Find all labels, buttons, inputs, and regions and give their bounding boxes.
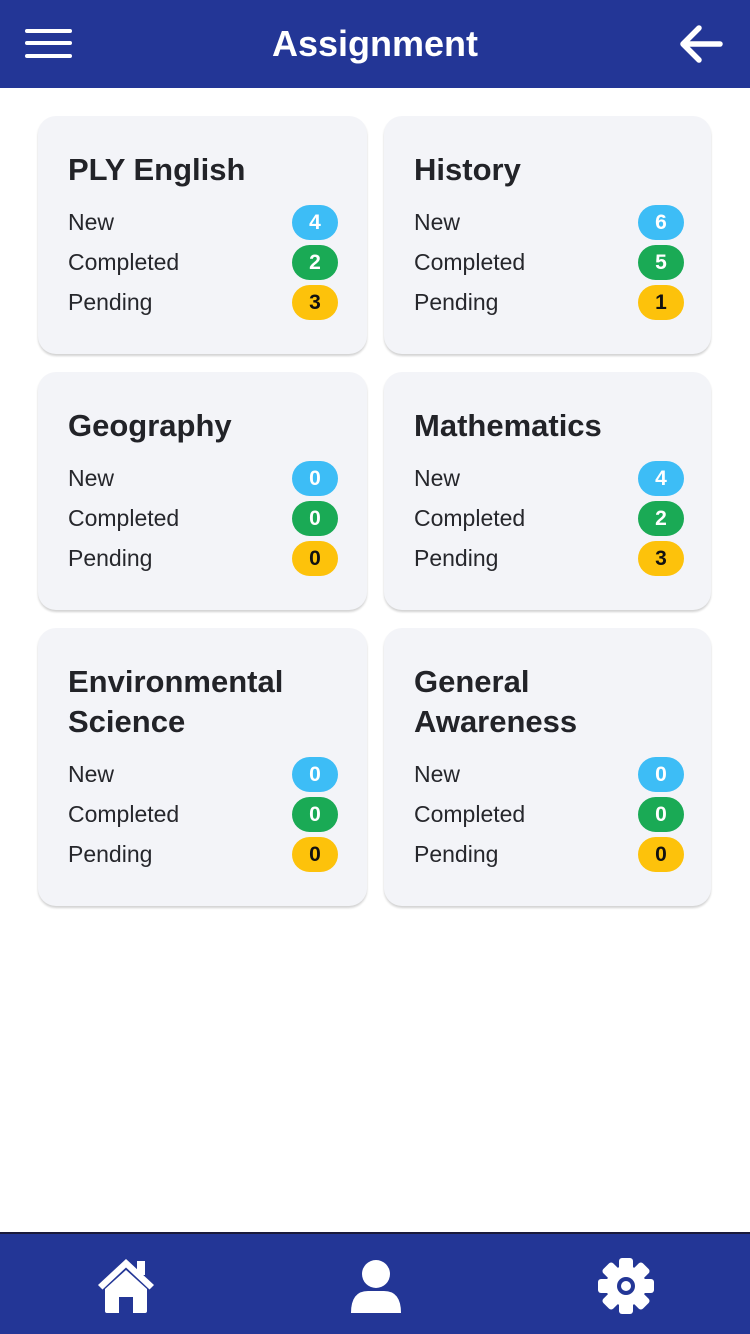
stat-label-pending: Pending xyxy=(68,289,153,315)
new-count-badge: 4 xyxy=(638,461,684,496)
stat-row-new: New 4 xyxy=(68,202,338,242)
subject-title: General Awareness xyxy=(414,664,578,739)
pending-count-badge: 3 xyxy=(292,285,338,320)
page-title: Assignment xyxy=(271,23,479,64)
stat-row-new: New 0 xyxy=(68,458,338,498)
stat-label-pending: Pending xyxy=(414,841,499,867)
subject-card[interactable]: PLY English New 4 Completed 2 Pending 3 xyxy=(38,116,367,354)
home-icon[interactable] xyxy=(96,1256,156,1316)
stat-row-new: New 0 xyxy=(414,754,684,794)
pending-count-badge: 0 xyxy=(292,837,338,872)
pending-count-badge: 0 xyxy=(638,837,684,872)
subject-card[interactable]: History New 6 Completed 5 Pending 1 xyxy=(384,116,711,354)
stat-row-completed: Completed 2 xyxy=(414,498,684,538)
new-count-badge: 4 xyxy=(292,205,338,240)
new-count-badge: 0 xyxy=(638,757,684,792)
new-count-badge: 0 xyxy=(292,757,338,792)
subject-title: PLY English xyxy=(68,152,246,187)
stat-row-pending: Pending 1 xyxy=(414,282,684,322)
stat-row-pending: Pending 3 xyxy=(414,538,684,578)
subject-title: Geography xyxy=(68,408,232,443)
stat-label-new: New xyxy=(68,209,115,235)
top-app-bar: Assignment xyxy=(0,0,750,88)
settings-gear-icon[interactable] xyxy=(596,1256,656,1316)
stat-label-completed: Completed xyxy=(68,505,180,531)
stat-label-completed: Completed xyxy=(414,249,526,275)
stat-label-new: New xyxy=(414,761,461,787)
stat-label-new: New xyxy=(68,761,115,787)
stat-row-completed: Completed 0 xyxy=(68,794,338,834)
stat-label-completed: Completed xyxy=(68,249,180,275)
subject-title: History xyxy=(414,152,521,187)
stat-row-pending: Pending 3 xyxy=(68,282,338,322)
stat-row-pending: Pending 0 xyxy=(68,538,338,578)
stat-label-new: New xyxy=(68,465,115,491)
stat-row-pending: Pending 0 xyxy=(68,834,338,874)
bottom-navigation-bar xyxy=(0,1232,750,1334)
stat-label-completed: Completed xyxy=(414,801,526,827)
new-count-badge: 0 xyxy=(292,461,338,496)
subject-card[interactable]: General Awareness New 0 Completed 0 Pend… xyxy=(384,628,711,906)
subject-title: Mathematics xyxy=(414,408,602,443)
stat-label-pending: Pending xyxy=(68,841,153,867)
stat-label-pending: Pending xyxy=(414,545,499,571)
pending-count-badge: 3 xyxy=(638,541,684,576)
completed-count-badge: 5 xyxy=(638,245,684,280)
stat-row-completed: Completed 2 xyxy=(68,242,338,282)
stat-row-new: New 6 xyxy=(414,202,684,242)
stat-row-completed: Completed 0 xyxy=(414,794,684,834)
stat-label-new: New xyxy=(414,209,461,235)
subject-card[interactable]: Environmental Science New 0 Completed 0 … xyxy=(38,628,367,906)
completed-count-badge: 0 xyxy=(292,501,338,536)
subject-card[interactable]: Mathematics New 4 Completed 2 Pending 3 xyxy=(384,372,711,610)
hamburger-menu-icon[interactable] xyxy=(25,27,73,61)
stat-label-completed: Completed xyxy=(414,505,526,531)
new-count-badge: 6 xyxy=(638,205,684,240)
pending-count-badge: 0 xyxy=(292,541,338,576)
stat-row-completed: Completed 0 xyxy=(68,498,338,538)
completed-count-badge: 2 xyxy=(292,245,338,280)
stat-label-pending: Pending xyxy=(68,545,153,571)
stat-row-new: New 4 xyxy=(414,458,684,498)
subject-title: Environmental Science xyxy=(68,664,284,739)
stat-row-completed: Completed 5 xyxy=(414,242,684,282)
stat-label-new: New xyxy=(414,465,461,491)
completed-count-badge: 0 xyxy=(292,797,338,832)
back-arrow-icon[interactable] xyxy=(676,22,724,66)
completed-count-badge: 0 xyxy=(638,797,684,832)
pending-count-badge: 1 xyxy=(638,285,684,320)
subject-card[interactable]: Geography New 0 Completed 0 Pending 0 xyxy=(38,372,367,610)
stat-row-new: New 0 xyxy=(68,754,338,794)
stat-label-completed: Completed xyxy=(68,801,180,827)
user-profile-icon[interactable] xyxy=(346,1256,406,1316)
stat-label-pending: Pending xyxy=(414,289,499,315)
stat-row-pending: Pending 0 xyxy=(414,834,684,874)
app-screen: Assignment PLY English New 4 Completed 2… xyxy=(0,0,750,1334)
completed-count-badge: 2 xyxy=(638,501,684,536)
